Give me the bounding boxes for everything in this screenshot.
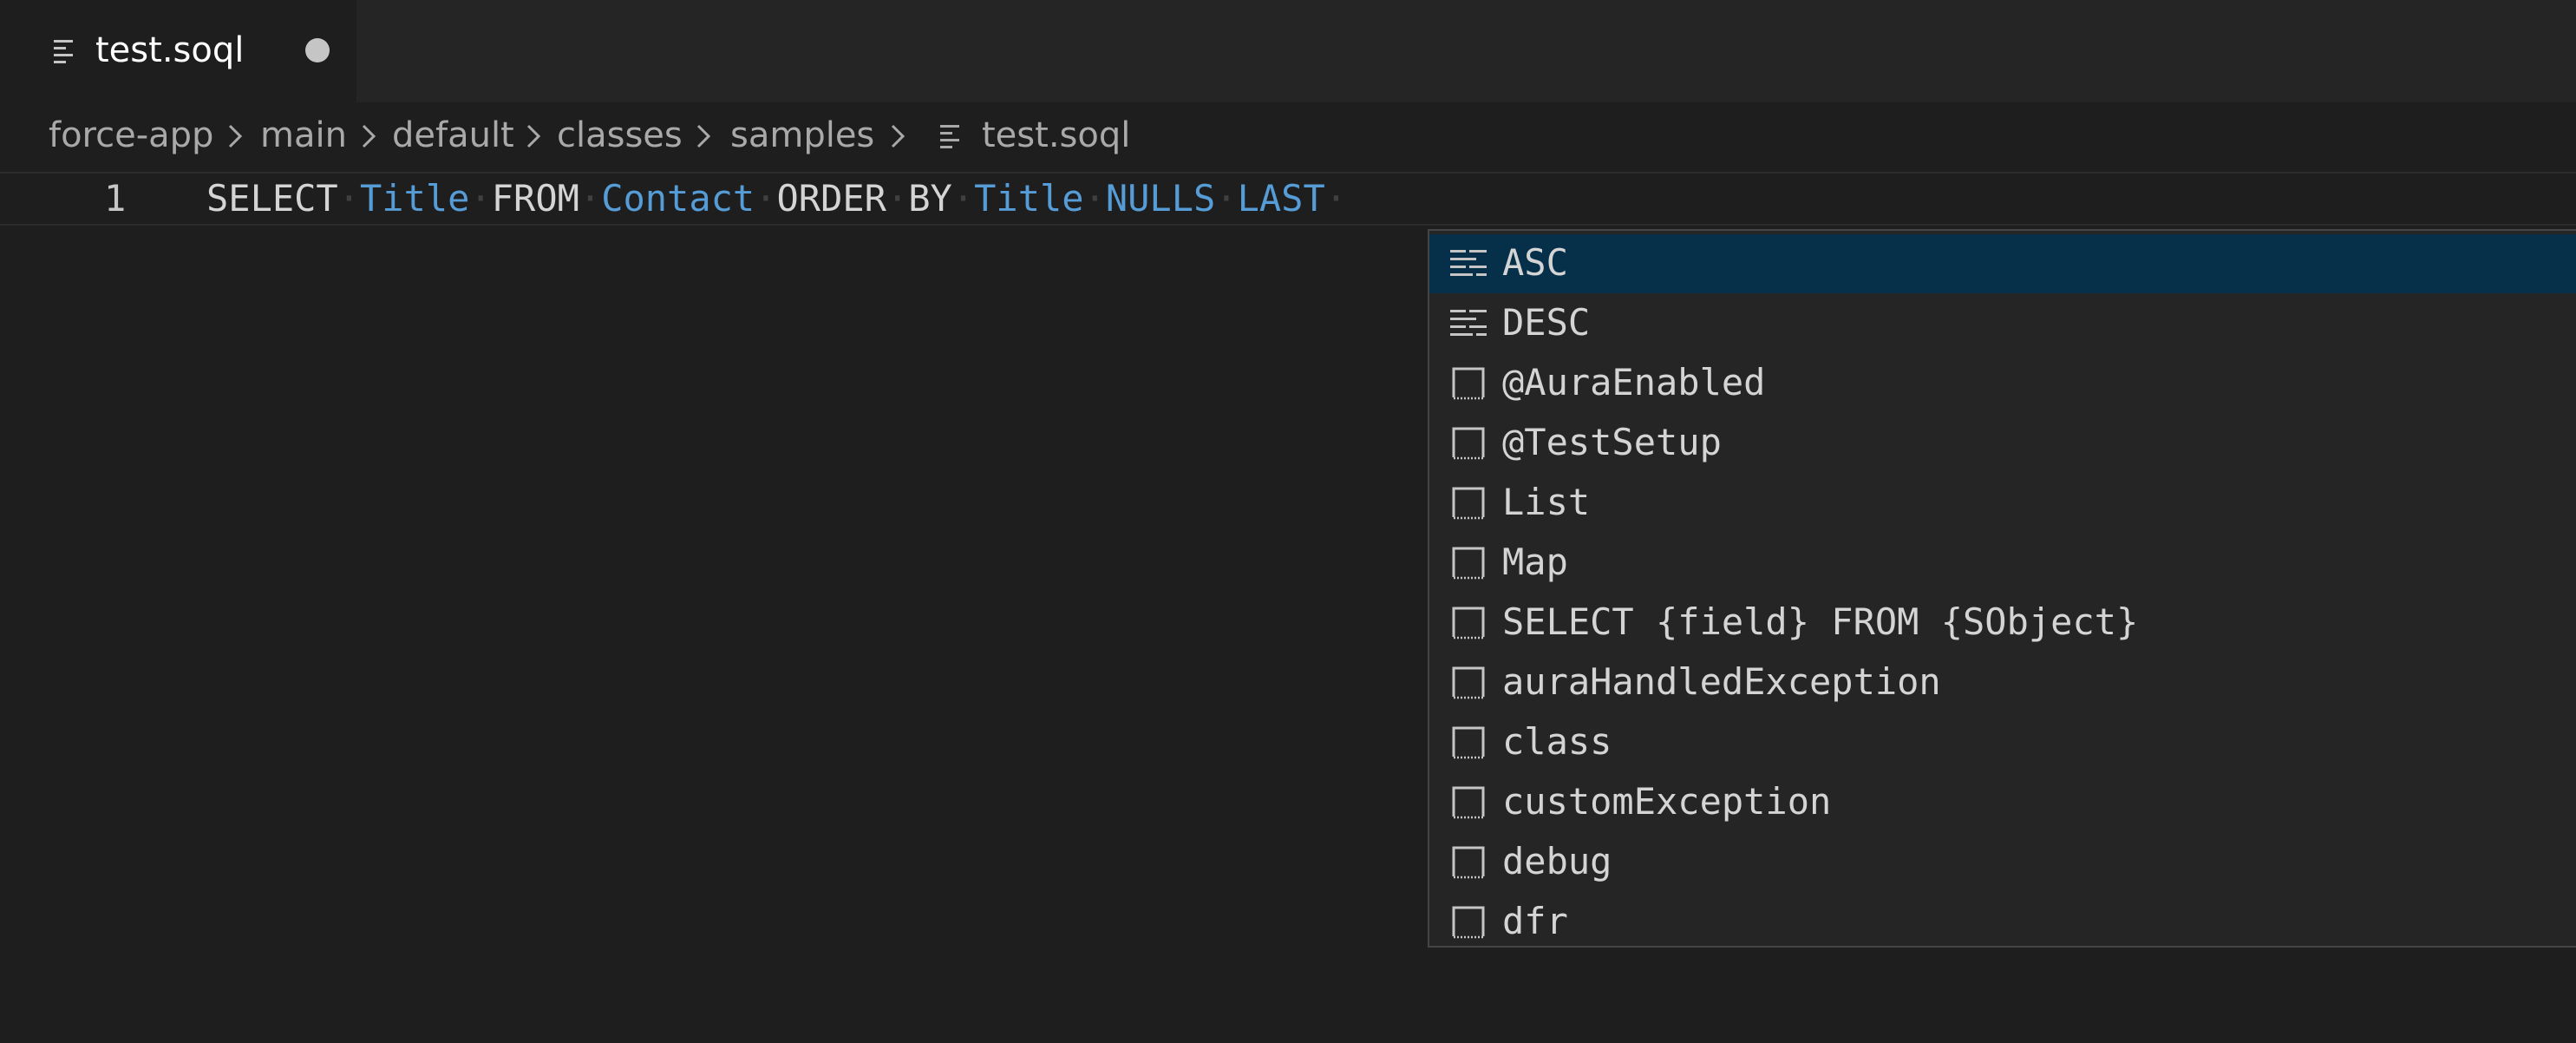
snippet-icon bbox=[1452, 607, 1485, 640]
snippet-icon bbox=[1452, 786, 1485, 819]
chevron-right-icon bbox=[228, 124, 243, 148]
chevron-right-icon bbox=[362, 124, 376, 148]
suggestion-label: ASC bbox=[1502, 241, 1568, 284]
suggestion-item[interactable]: ASC bbox=[1429, 234, 2576, 293]
line-number: 1 bbox=[104, 177, 127, 220]
chevron-right-icon bbox=[891, 124, 906, 148]
chevron-right-icon bbox=[526, 124, 541, 148]
suggestion-label: @TestSetup bbox=[1502, 421, 1722, 463]
suggestion-item[interactable]: SELECT {field} FROM {SObject} bbox=[1429, 594, 2576, 653]
suggestion-label: class bbox=[1502, 720, 1612, 763]
breadcrumb-item-samples[interactable]: samples bbox=[730, 111, 874, 160]
suggestion-widget: ASC DESC @AuraEnabled @TestSetup List Map SELE… bbox=[1428, 229, 2576, 948]
breadcrumb-item-file[interactable]: test.soql bbox=[982, 111, 1130, 160]
suggestion-item[interactable]: class bbox=[1429, 713, 2576, 772]
suggestion-item[interactable]: dfr bbox=[1429, 893, 2576, 946]
suggestion-item[interactable]: debug bbox=[1429, 833, 2576, 892]
keyword-icon bbox=[1450, 310, 1487, 336]
code-token: BY bbox=[908, 177, 952, 220]
suggestion-label: List bbox=[1502, 481, 1591, 523]
breadcrumb: force-app main default classes samples t… bbox=[0, 102, 2576, 168]
tab-label: test.soql bbox=[95, 30, 245, 70]
suggestion-label: DESC bbox=[1502, 301, 1591, 344]
snippet-icon bbox=[1452, 367, 1485, 400]
code-token: Title bbox=[974, 177, 1084, 220]
suggestion-label: SELECT {field} FROM {SObject} bbox=[1502, 600, 2139, 643]
suggestion-label: Map bbox=[1502, 541, 1568, 583]
code-token: SELECT bbox=[206, 177, 338, 220]
keyword-icon bbox=[1450, 250, 1487, 276]
suggestion-label: dfr bbox=[1502, 900, 1568, 942]
suggestion-item[interactable]: DESC bbox=[1429, 294, 2576, 353]
code-token: Contact bbox=[601, 177, 755, 220]
unsaved-dot-icon[interactable] bbox=[305, 38, 330, 62]
tab-bar: test.soql bbox=[0, 0, 2576, 102]
snippet-icon bbox=[1452, 846, 1485, 879]
breadcrumb-item-classes[interactable]: classes bbox=[557, 111, 683, 160]
code-line[interactable]: SELECT·Title·FROM·Contact·ORDER·BY·Title… bbox=[206, 174, 1347, 224]
snippet-icon bbox=[1452, 906, 1485, 939]
suggestion-label: debug bbox=[1502, 840, 1612, 882]
snippet-icon bbox=[1452, 726, 1485, 759]
suggestion-label: @AuraEnabled bbox=[1502, 361, 1766, 403]
file-lines-icon bbox=[54, 40, 73, 63]
suggestion-item[interactable]: customException bbox=[1429, 773, 2576, 832]
suggestion-item[interactable]: List bbox=[1429, 474, 2576, 533]
snippet-icon bbox=[1452, 427, 1485, 460]
tab-test-soql[interactable]: test.soql bbox=[0, 0, 356, 102]
file-lines-icon bbox=[940, 125, 959, 148]
breadcrumb-item-main[interactable]: main bbox=[260, 111, 347, 160]
breadcrumb-item-default[interactable]: default bbox=[392, 111, 514, 160]
chevron-right-icon bbox=[696, 124, 711, 148]
suggestion-item[interactable]: @AuraEnabled bbox=[1429, 354, 2576, 413]
code-token: LAST bbox=[1237, 177, 1325, 220]
suggestion-item[interactable]: Map bbox=[1429, 534, 2576, 593]
code-token: NULLS bbox=[1105, 177, 1216, 220]
code-token: Title bbox=[360, 177, 470, 220]
suggestion-item[interactable]: auraHandledException bbox=[1429, 653, 2576, 712]
suggestion-label: customException bbox=[1502, 780, 1832, 823]
suggestion-item[interactable]: @TestSetup bbox=[1429, 414, 2576, 473]
snippet-icon bbox=[1452, 666, 1485, 699]
snippet-icon bbox=[1452, 547, 1485, 580]
breadcrumb-item-force-app[interactable]: force-app bbox=[49, 111, 213, 160]
suggestion-label: auraHandledException bbox=[1502, 660, 1941, 703]
code-token: ORDER bbox=[776, 177, 886, 220]
code-token: FROM bbox=[491, 177, 579, 220]
snippet-icon bbox=[1452, 487, 1485, 520]
